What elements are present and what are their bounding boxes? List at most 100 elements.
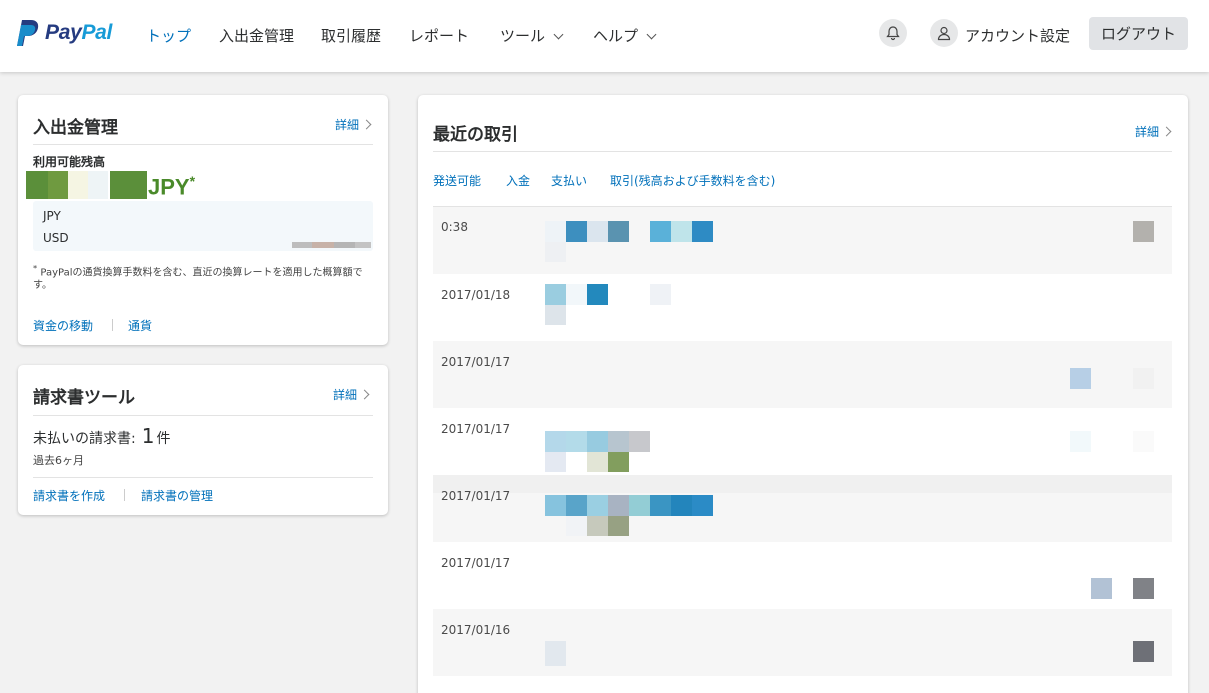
chevron-right-icon [359,389,370,400]
transaction-row[interactable]: 2017/01/17 [433,341,1172,408]
balance-currency-code: JPY [148,174,190,200]
blurred-content [650,495,671,516]
transaction-date: 2017/01/17 [441,355,511,369]
paypal-logo[interactable]: PayPal [17,18,112,48]
blurred-content [566,431,587,452]
funds-detail-link[interactable]: 詳細 [335,116,372,133]
divider [33,477,373,478]
nav-reports[interactable]: レポート [409,25,469,46]
blurred-content [545,495,566,516]
transaction-row[interactable]: 2017/01/17 [433,408,1172,475]
blurred-content [545,242,566,262]
funds-card-title: 入出金管理 [33,118,118,138]
blurred-content [587,431,608,452]
blurred-content [1070,431,1091,452]
nav-top[interactable]: トップ [146,25,191,46]
blurred-content [587,495,608,516]
transaction-row[interactable]: 2017/01/17 [433,542,1172,609]
blurred-content [545,305,566,325]
invoice-detail-label: 詳細 [333,388,358,402]
transaction-row[interactable]: 0:38 [433,207,1172,274]
blurred-content [545,452,566,472]
blurred-content [692,495,713,516]
nav-help[interactable]: ヘルプ [593,25,657,46]
currency-link[interactable]: 通貨 [128,317,152,334]
logout-button[interactable]: ログアウト [1089,17,1188,50]
transaction-row-content: 2017/01/17 [433,475,1172,542]
nav-tools[interactable]: ツール [500,25,564,46]
blurred-content [587,516,608,536]
transactions-detail-link[interactable]: 詳細 [1135,123,1172,140]
currency-list: JPY USD [33,201,373,251]
blurred-content [566,284,587,305]
blurred-amount [68,171,88,199]
footnote-mark: * [33,263,38,273]
transaction-row[interactable]: 2017/01/18 [433,274,1172,341]
invoice-card-title: 請求書ツール [33,388,135,408]
funds-detail-label: 詳細 [335,118,360,132]
footnote-text: PayPalの通貨換算手数料を含む、直近の換算レートを適用した概算額です。 [33,267,363,292]
blurred-amount [312,242,334,248]
blurred-content [1070,368,1091,389]
chevron-right-icon [361,119,372,130]
blurred-amount [334,242,355,248]
blurred-amount [292,242,312,248]
transaction-date: 2017/01/18 [441,288,511,302]
balance-currency: JPY* [148,173,195,200]
blurred-content [566,221,587,242]
move-funds-link[interactable]: 資金の移動 [33,317,93,334]
currency-usd: USD [43,231,69,245]
transactions-detail-label: 詳細 [1135,125,1160,139]
blurred-content [692,221,713,242]
blurred-content [587,284,608,305]
blurred-content [1133,221,1154,242]
period-label: 過去6ヶ月 [33,454,84,467]
chevron-down-icon [553,29,564,40]
nav-tools-label: ツール [500,27,546,45]
tab-all-transactions[interactable]: 取引(残高および手数料を含む) [610,172,775,189]
blurred-content [608,452,629,472]
divider [433,151,1172,152]
blurred-content [545,221,566,242]
bell-icon [886,26,900,41]
paypal-logo-icon [17,20,39,46]
conversion-footnote: * PayPalの通貨換算手数料を含む、直近の換算レートを適用した概算額です。 [33,262,373,292]
nav-funds[interactable]: 入出金管理 [219,25,294,46]
manage-invoice-link[interactable]: 請求書の管理 [141,487,213,504]
blurred-content [566,495,587,516]
blurred-content [650,221,671,242]
account-avatar[interactable] [930,19,958,47]
unpaid-invoices: 未払いの請求書: 1 件 [33,424,170,448]
blurred-content [545,431,566,452]
blurred-content [671,221,692,242]
tab-ready-to-ship[interactable]: 発送可能 [433,172,481,189]
transaction-row[interactable]: 2017/01/16 [433,609,1172,676]
recent-transactions-card: 最近の取引 詳細 発送可能 入金 支払い 取引(残高および手数料を含む) 0:3… [418,95,1188,693]
tab-payments[interactable]: 支払い [551,172,587,189]
tab-received[interactable]: 入金 [506,172,530,189]
divider [33,144,373,145]
blurred-amount [88,171,108,199]
blurred-content [608,495,629,516]
blurred-content [587,452,608,472]
blurred-content [1133,641,1154,662]
blurred-content [566,516,587,536]
notifications-button[interactable] [879,19,907,47]
funds-card: 入出金管理 詳細 利用可能残高 JPY* JPY USD * PayPalの通貨… [18,95,388,345]
transaction-date: 2017/01/17 [441,556,511,570]
top-header: PayPal トップ 入出金管理 取引履歴 レポート ツール ヘルプ アカウント… [0,0,1209,72]
blurred-content [1133,368,1154,389]
unpaid-label: 未払いの請求書: [33,431,136,447]
create-invoice-link[interactable]: 請求書を作成 [33,487,105,504]
nav-history[interactable]: 取引履歴 [321,25,381,46]
invoice-card: 請求書ツール 詳細 未払いの請求書: 1 件 過去6ヶ月 請求書を作成 請求書の… [18,365,388,515]
blurred-amount [355,242,371,248]
account-settings-link[interactable]: アカウント設定 [965,25,1070,46]
blurred-amount [110,171,147,199]
invoice-detail-link[interactable]: 詳細 [333,386,370,403]
balance-label: 利用可能残高 [33,155,106,169]
blurred-content [629,495,650,516]
blurred-amount [48,171,68,199]
blurred-content [1091,578,1112,599]
chevron-down-icon [646,29,657,40]
